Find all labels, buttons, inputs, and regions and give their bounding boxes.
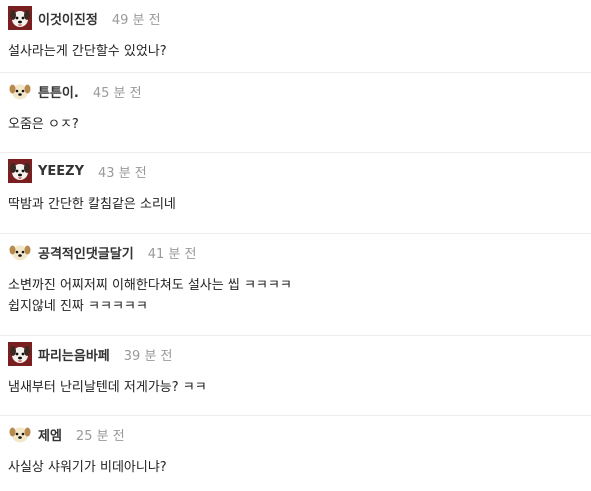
- dog-avatar-red-icon[interactable]: [8, 342, 32, 366]
- comment-timestamp: 49 분 전: [111, 12, 161, 28]
- comment-author[interactable]: 제엠: [38, 425, 62, 444]
- comment-timestamp: 45 분 전: [92, 85, 142, 101]
- comment-list: 이것이진정 49 분 전 설사라는게 간단할수 있었나? 튼튼이. 45 분 전…: [0, 0, 591, 491]
- comment-author[interactable]: 공격적인댓글달기: [38, 243, 134, 262]
- comment-author[interactable]: YEEZY: [38, 164, 84, 179]
- comment-line: 설사라는게 간단할수 있었나?: [8, 44, 167, 59]
- comment-text: 설사라는게 간단할수 있었나?: [8, 41, 591, 62]
- comment-line: 소변까진 어찌저찌 이해한다쳐도 설사는 씹 ㅋㅋㅋㅋ: [8, 278, 292, 293]
- comment-header: YEEZY 43 분 전: [8, 159, 591, 183]
- comment-item: YEEZY 43 분 전 딱밤과 간단한 칼침같은 소리네: [0, 153, 591, 234]
- comment-timestamp: 39 분 전: [123, 348, 173, 364]
- comment-line: 딱밤과 간단한 칼침같은 소리네: [8, 197, 176, 212]
- comment-timestamp: 25 분 전: [75, 428, 125, 444]
- comment-text: 소변까진 어찌저찌 이해한다쳐도 설사는 씹 ㅋㅋㅋㅋ 쉽지않네 진짜 ㅋㅋㅋㅋ…: [8, 275, 591, 317]
- comment-text: 오줌은 ㅇㅈ?: [8, 114, 591, 135]
- comment-item: 공격적인댓글달기 41 분 전 소변까진 어찌저찌 이해한다쳐도 설사는 씹 ㅋ…: [0, 234, 591, 336]
- dog-avatar-cream-icon[interactable]: [8, 240, 32, 264]
- comment-header: 제엠 25 분 전: [8, 422, 591, 446]
- comment-item: 이것이진정 49 분 전 설사라는게 간단할수 있었나?: [0, 0, 591, 73]
- comment-header: 파리는음바페 39 분 전: [8, 342, 591, 366]
- comment-line: 사실상 샤워기가 비데아니냐?: [8, 460, 167, 475]
- comment-timestamp: 43 분 전: [98, 165, 147, 181]
- comment-item: 파리는음바페 39 분 전 냄새부터 난리날텐데 저게가능? ㅋㅋ: [0, 336, 591, 416]
- dog-avatar-red-icon[interactable]: [8, 159, 32, 183]
- comment-text: 사실상 샤워기가 비데아니냐?: [8, 457, 591, 478]
- comment-author[interactable]: 튼튼이.: [38, 82, 79, 101]
- comment-header: 튼튼이. 45 분 전: [8, 79, 591, 103]
- comment-line: 냄새부터 난리날텐데 저게가능? ㅋㅋ: [8, 380, 207, 395]
- comment-author[interactable]: 이것이진정: [38, 9, 98, 28]
- comment-item: 제엠 25 분 전 사실상 샤워기가 비데아니냐?: [0, 416, 591, 491]
- comment-text: 딱밤과 간단한 칼침같은 소리네: [8, 194, 591, 215]
- comment-header: 공격적인댓글달기 41 분 전: [8, 240, 591, 264]
- dog-avatar-red-icon[interactable]: [8, 6, 32, 30]
- comment-timestamp: 41 분 전: [147, 246, 197, 262]
- comment-item: 튼튼이. 45 분 전 오줌은 ㅇㅈ?: [0, 73, 591, 153]
- dog-avatar-cream-icon[interactable]: [8, 79, 32, 103]
- comment-line: 오줌은 ㅇㅈ?: [8, 117, 79, 132]
- comment-text: 냄새부터 난리날텐데 저게가능? ㅋㅋ: [8, 377, 591, 398]
- comment-header: 이것이진정 49 분 전: [8, 6, 591, 30]
- comment-author[interactable]: 파리는음바페: [38, 345, 110, 364]
- comment-line: 쉽지않네 진짜 ㅋㅋㅋㅋㅋ: [8, 299, 148, 314]
- dog-avatar-cream-icon[interactable]: [8, 422, 32, 446]
